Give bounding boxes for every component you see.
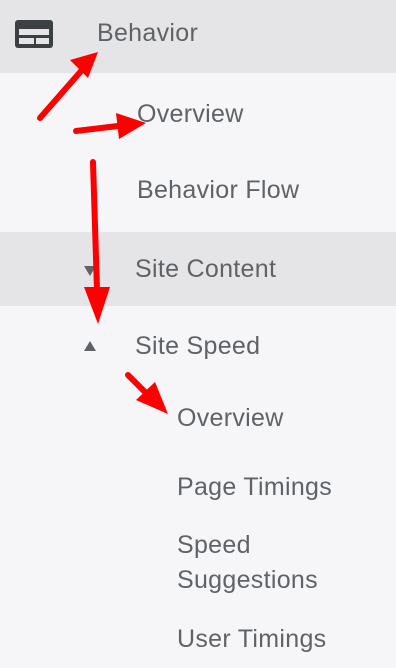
report-layout-icon (15, 20, 53, 48)
nav-item-site-speed-label: Site Speed (135, 332, 261, 360)
subnav-item-user-timings-label: User Timings (177, 625, 327, 653)
collapse-triangle-down-icon[interactable] (84, 266, 96, 276)
subnav-item-speed-suggestions[interactable]: Speed Suggestions (0, 525, 396, 605)
nav-item-behavior-flow-label: Behavior Flow (137, 176, 300, 204)
expand-triangle-up-icon[interactable] (84, 341, 96, 351)
nav-item-site-content[interactable]: Site Content (0, 232, 396, 306)
behavior-section-header[interactable]: Behavior (0, 0, 396, 73)
subnav-item-overview[interactable]: Overview (0, 395, 396, 445)
nav-item-overview[interactable]: Overview (0, 90, 396, 140)
nav-item-site-content-label: Site Content (135, 255, 277, 283)
subnav-item-user-timings[interactable]: User Timings (0, 615, 396, 665)
nav-item-behavior-flow[interactable]: Behavior Flow (0, 165, 396, 215)
subnav-item-page-timings[interactable]: Page Timings (0, 463, 396, 513)
subnav-item-speed-suggestions-line2: Suggestions (177, 566, 318, 594)
nav-item-site-speed[interactable]: Site Speed (0, 322, 396, 372)
subnav-item-page-timings-label: Page Timings (177, 473, 333, 501)
behavior-title: Behavior (97, 19, 199, 47)
subnav-item-speed-suggestions-line1: Speed (177, 531, 251, 559)
nav-item-overview-label: Overview (137, 100, 244, 128)
subnav-item-overview-label: Overview (177, 404, 284, 432)
